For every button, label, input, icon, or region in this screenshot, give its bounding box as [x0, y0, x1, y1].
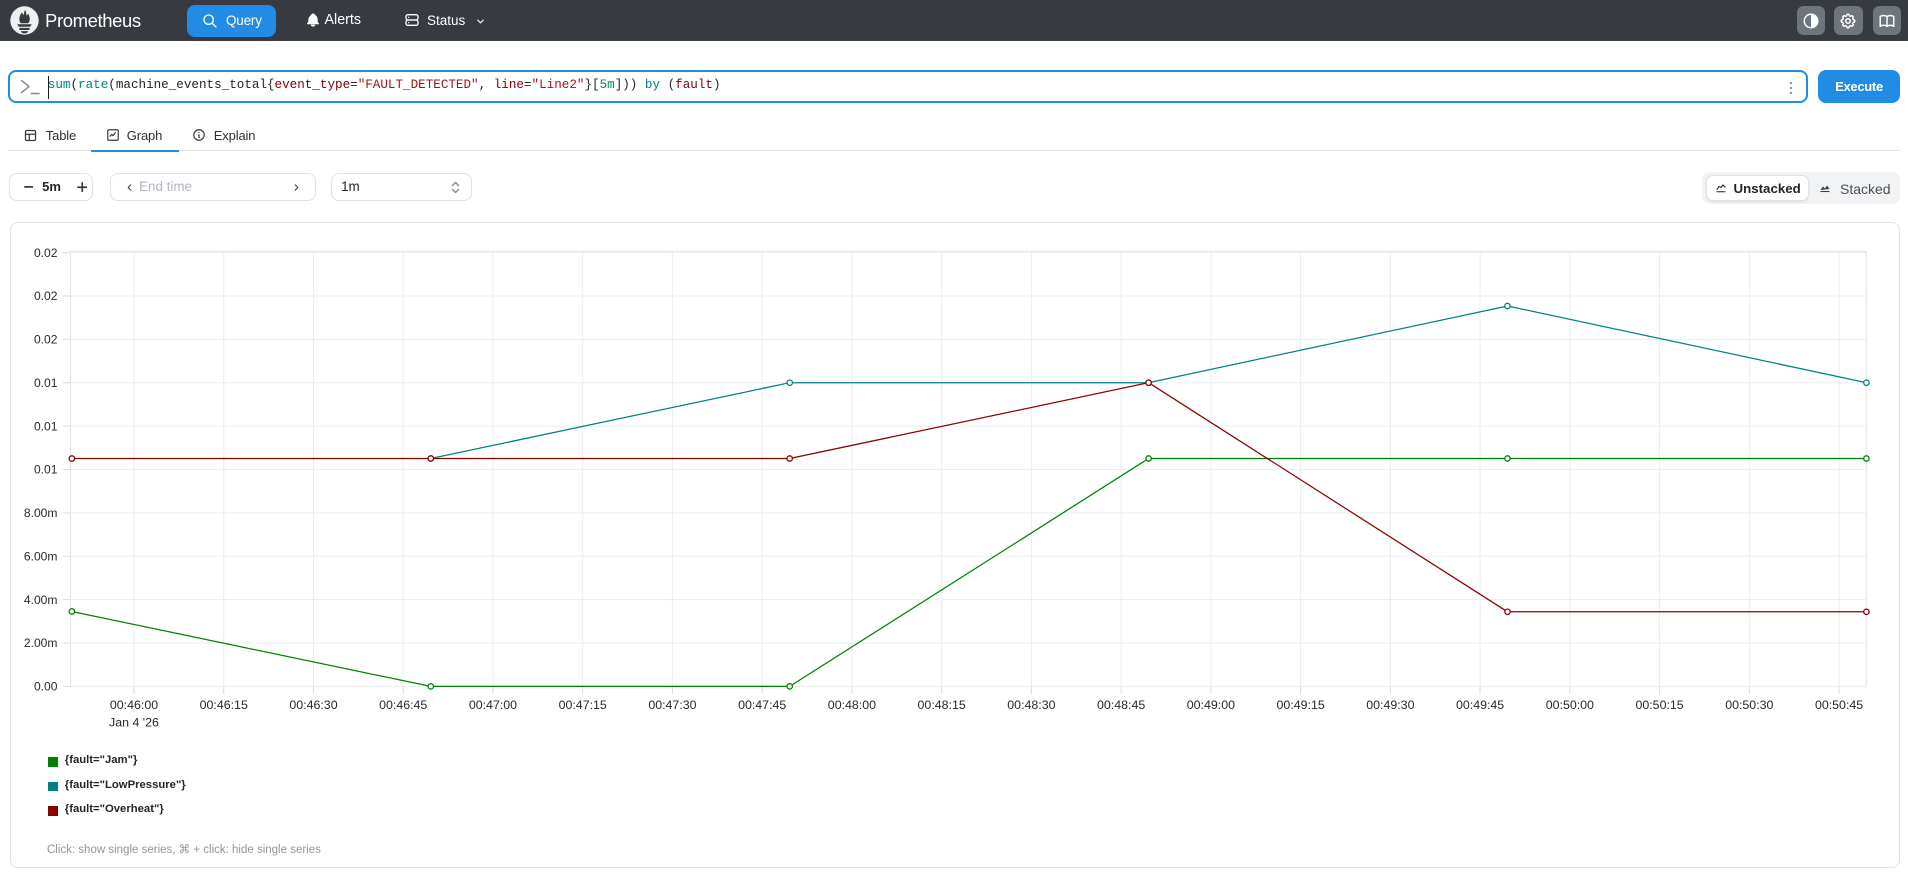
svg-text:2.00m: 2.00m: [24, 636, 58, 650]
svg-text:00:49:45: 00:49:45: [1456, 698, 1504, 712]
svg-text:Jan 4 '26: Jan 4 '26: [109, 716, 159, 730]
svg-text:00:46:30: 00:46:30: [289, 698, 337, 712]
svg-text:00:49:30: 00:49:30: [1366, 698, 1414, 712]
svg-text:00:48:15: 00:48:15: [918, 698, 966, 712]
svg-text:00:46:00: 00:46:00: [110, 698, 158, 712]
svg-text:00:47:15: 00:47:15: [559, 698, 607, 712]
svg-text:00:46:45: 00:46:45: [379, 698, 427, 712]
svg-text:0.01: 0.01: [34, 419, 58, 433]
svg-text:00:50:00: 00:50:00: [1546, 698, 1594, 712]
svg-text:0.00: 0.00: [34, 680, 58, 694]
svg-text:00:46:15: 00:46:15: [200, 698, 248, 712]
svg-text:00:48:00: 00:48:00: [828, 698, 876, 712]
svg-text:00:48:30: 00:48:30: [1007, 698, 1055, 712]
svg-text:00:49:15: 00:49:15: [1277, 698, 1325, 712]
svg-text:00:50:45: 00:50:45: [1815, 698, 1863, 712]
svg-text:0.01: 0.01: [34, 376, 58, 390]
svg-text:00:47:45: 00:47:45: [738, 698, 786, 712]
svg-text:00:48:45: 00:48:45: [1097, 698, 1145, 712]
svg-text:00:49:00: 00:49:00: [1187, 698, 1235, 712]
svg-text:0.01: 0.01: [34, 463, 58, 477]
svg-text:0.02: 0.02: [34, 289, 58, 303]
svg-text:00:47:30: 00:47:30: [648, 698, 696, 712]
svg-text:00:50:15: 00:50:15: [1635, 698, 1683, 712]
svg-text:00:47:00: 00:47:00: [469, 698, 517, 712]
svg-text:6.00m: 6.00m: [24, 549, 58, 563]
svg-text:00:50:30: 00:50:30: [1725, 698, 1773, 712]
svg-text:0.02: 0.02: [34, 246, 58, 260]
svg-text:4.00m: 4.00m: [24, 593, 58, 607]
svg-text:8.00m: 8.00m: [24, 506, 58, 520]
svg-text:0.02: 0.02: [34, 333, 58, 347]
